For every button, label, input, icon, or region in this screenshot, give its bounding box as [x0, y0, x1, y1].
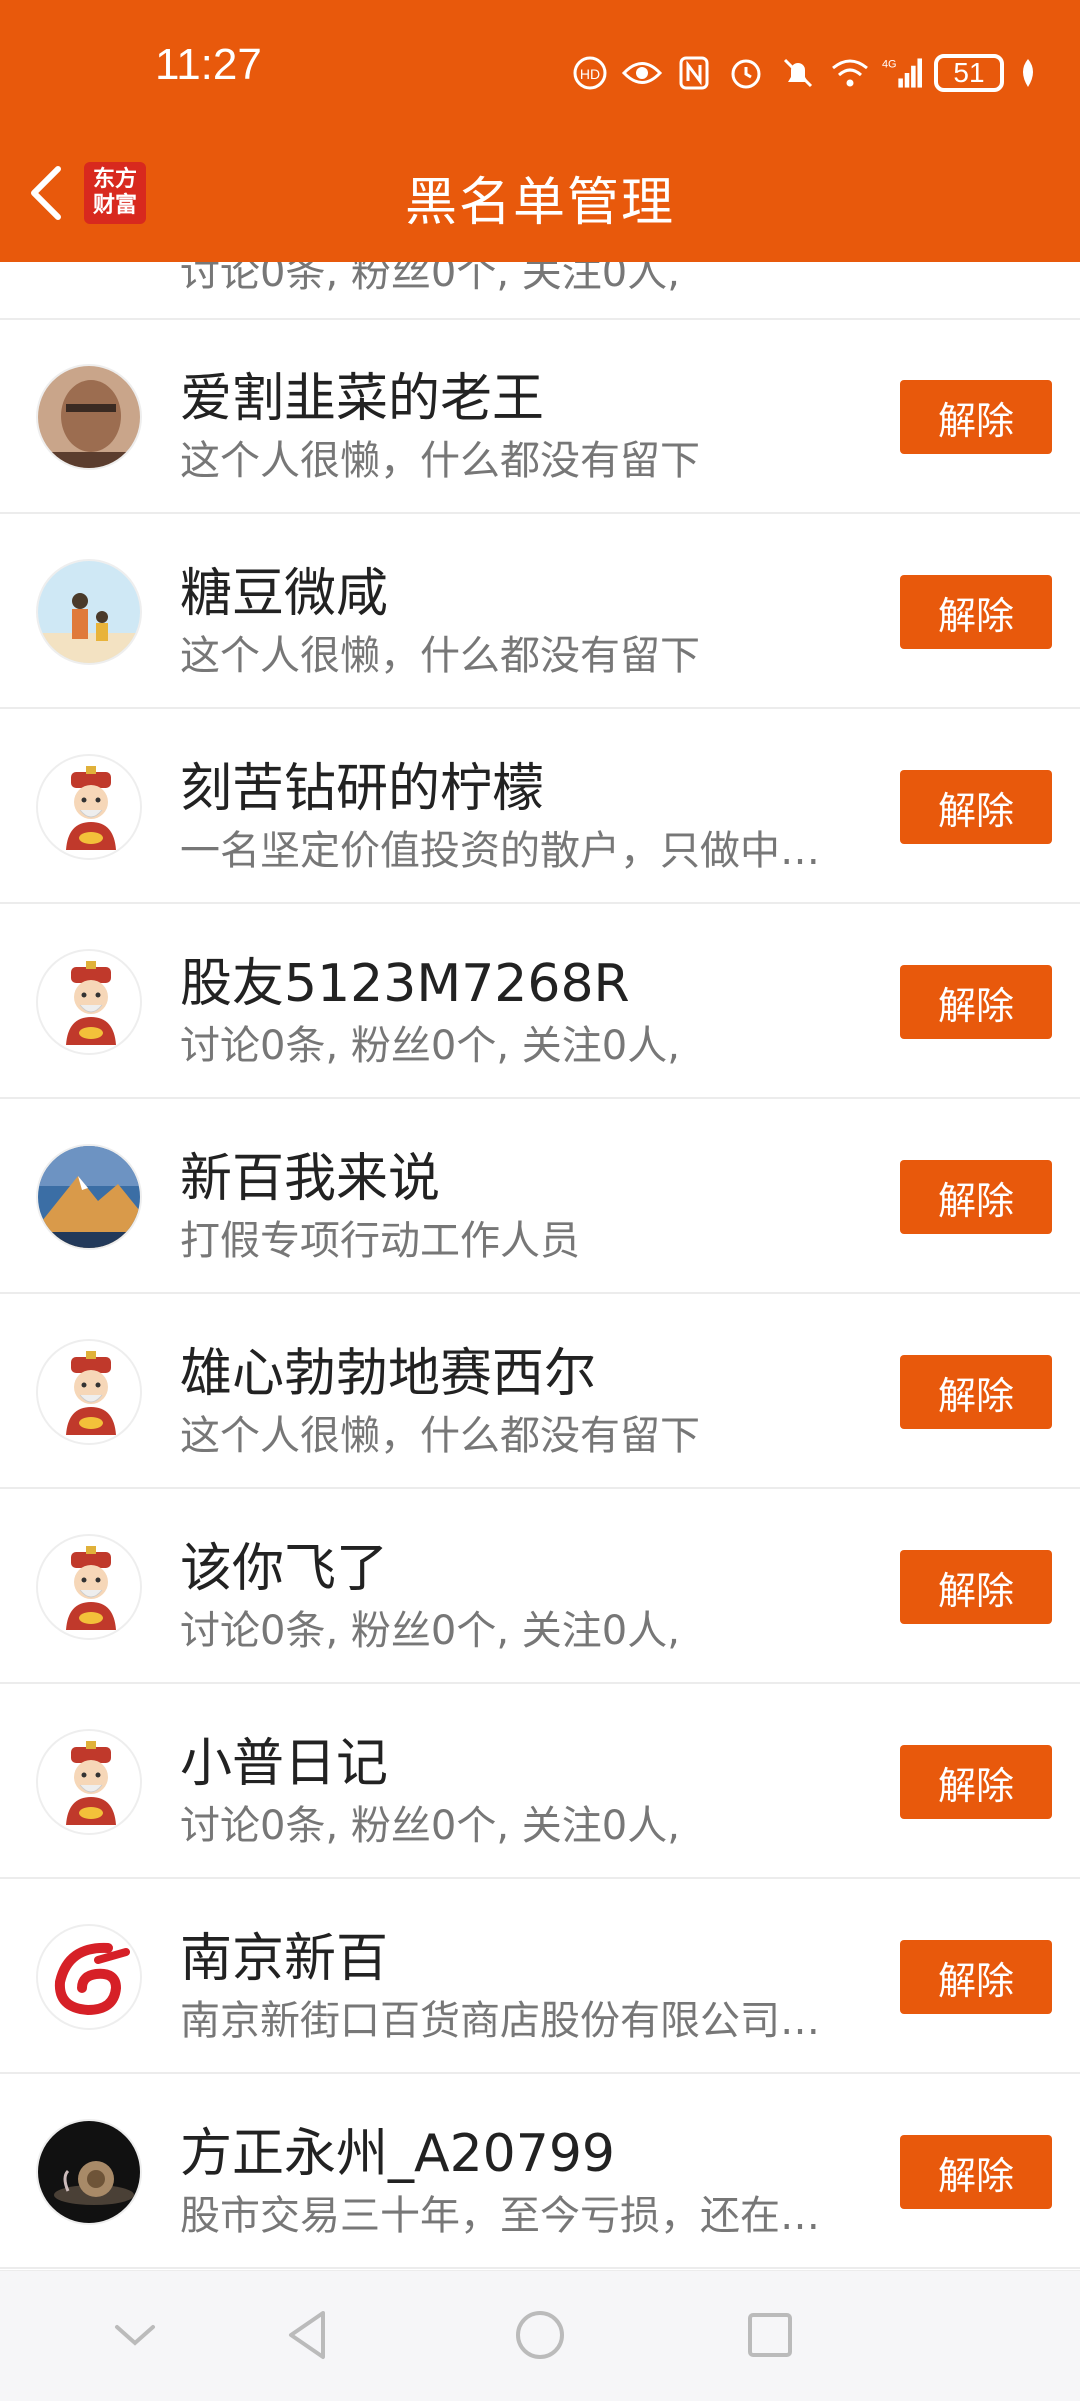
- list-item[interactable]: 小普日记讨论0条, 粉丝0个, 关注0人, 解除: [0, 1685, 1080, 1879]
- user-description: 一名坚定价值投资的散户，只做中…: [180, 828, 820, 874]
- list-item[interactable]: 新百我来说打假专项行动工作人员 解除: [0, 1100, 1080, 1294]
- list-item[interactable]: 刻苦钻研的柠檬一名坚定价值投资的散户，只做中… 解除: [0, 710, 1080, 904]
- unblock-button[interactable]: 解除: [900, 770, 1052, 844]
- hd-icon: HD: [570, 53, 610, 93]
- list-item[interactable]: 雄心勃勃地赛西尔这个人很懒，什么都没有留下 解除: [0, 1295, 1080, 1489]
- user-name: 刻苦钻研的柠檬: [180, 759, 545, 819]
- page-title: 黑名单管理: [404, 173, 675, 233]
- app-header: 11:27 HD 4G 51 东方 财富 黑名单管理: [0, 0, 1080, 262]
- square-recents-icon: [748, 2313, 792, 2357]
- alarm-icon: [726, 53, 766, 93]
- user-name: 雄心勃勃地赛西尔: [180, 1344, 597, 1404]
- user-description: 股市交易三十年，至今亏损，还在…: [180, 2193, 820, 2239]
- eye-icon: [622, 53, 662, 93]
- back-nav-button[interactable]: [278, 2305, 338, 2365]
- list-item[interactable]: 爱割韭菜的老王这个人很懒，什么都没有留下 解除: [0, 320, 1080, 514]
- recents-button[interactable]: [740, 2305, 800, 2365]
- list-item[interactable]: 该你飞了讨论0条, 粉丝0个, 关注0人, 解除: [0, 1490, 1080, 1684]
- leaf-icon: [1016, 53, 1040, 93]
- chevron-down-icon: [115, 2325, 155, 2346]
- user-name: 该你飞了: [180, 1539, 389, 1599]
- list-item[interactable]: 南京新百南京新街口百货商店股份有限公司… 解除: [0, 1880, 1080, 2074]
- unblock-button[interactable]: 解除: [900, 1160, 1052, 1234]
- user-name: 爱割韭菜的老王: [180, 369, 545, 429]
- status-time: 11:27: [155, 40, 262, 89]
- unblock-button[interactable]: 解除: [900, 1940, 1052, 2014]
- avatar[interactable]: [36, 949, 142, 1055]
- user-name: 方正永州_A20799: [180, 2124, 615, 2184]
- status-icons: HD 4G 51: [570, 46, 1040, 100]
- system-nav-bar: [0, 2270, 1080, 2401]
- list-item[interactable]: 股友5123M7268R 讨论0条, 粉丝0个, 关注0人, 解除: [0, 905, 1080, 1099]
- avatar[interactable]: [36, 1144, 142, 1250]
- unblock-button[interactable]: 解除: [900, 380, 1052, 454]
- svg-text:HD: HD: [580, 66, 600, 82]
- home-button[interactable]: [510, 2305, 570, 2365]
- avatar[interactable]: [36, 2119, 142, 2225]
- list-item[interactable]: 方正永州_A20799 股市交易三十年，至今亏损，还在… 解除: [0, 2075, 1080, 2269]
- unblock-button[interactable]: 解除: [900, 1355, 1052, 1429]
- user-description: 这个人很懒，什么都没有留下: [180, 633, 700, 679]
- battery-icon: 51: [934, 54, 1004, 92]
- avatar[interactable]: [36, 1729, 142, 1835]
- unblock-button[interactable]: 解除: [900, 1745, 1052, 1819]
- user-description: 讨论0条, 粉丝0个, 关注0人,: [180, 1608, 680, 1654]
- circle-home-icon: [516, 2311, 564, 2359]
- user-description: 南京新街口百货商店股份有限公司…: [180, 1998, 820, 2044]
- avatar[interactable]: [36, 1339, 142, 1445]
- user-description: 打假专项行动工作人员: [180, 1218, 580, 1264]
- avatar[interactable]: [36, 1534, 142, 1640]
- avatar[interactable]: [36, 559, 142, 665]
- unblock-button[interactable]: 解除: [900, 575, 1052, 649]
- user-name: 新百我来说: [180, 1149, 441, 1209]
- wifi-icon: [830, 53, 870, 93]
- user-name: 糖豆微咸: [180, 564, 389, 624]
- triangle-back-icon: [289, 2311, 325, 2359]
- user-name: 小普日记: [180, 1734, 389, 1794]
- user-description: 这个人很懒，什么都没有留下: [180, 438, 700, 484]
- hide-keyboard-button[interactable]: [105, 2305, 165, 2365]
- unblock-button[interactable]: 解除: [900, 965, 1052, 1039]
- nfc-icon: [674, 53, 714, 93]
- signal-icon: 4G: [882, 53, 922, 93]
- user-name: 南京新百: [180, 1929, 389, 1989]
- list-item[interactable]: 糖豆微咸这个人很懒，什么都没有留下 解除: [0, 515, 1080, 709]
- avatar[interactable]: [36, 754, 142, 860]
- unblock-button[interactable]: 解除: [900, 1550, 1052, 1624]
- svg-text:4G: 4G: [882, 59, 897, 71]
- avatar[interactable]: [36, 364, 142, 470]
- user-description: 讨论0条, 粉丝0个, 关注0人,: [180, 1803, 680, 1849]
- user-description: 讨论0条, 粉丝0个, 关注0人,: [180, 1023, 680, 1069]
- user-description: 这个人很懒，什么都没有留下: [180, 1413, 700, 1459]
- unblock-button[interactable]: 解除: [900, 2135, 1052, 2209]
- avatar[interactable]: [36, 1924, 142, 2030]
- mute-bell-icon: [778, 53, 818, 93]
- user-name: 股友5123M7268R: [180, 954, 630, 1014]
